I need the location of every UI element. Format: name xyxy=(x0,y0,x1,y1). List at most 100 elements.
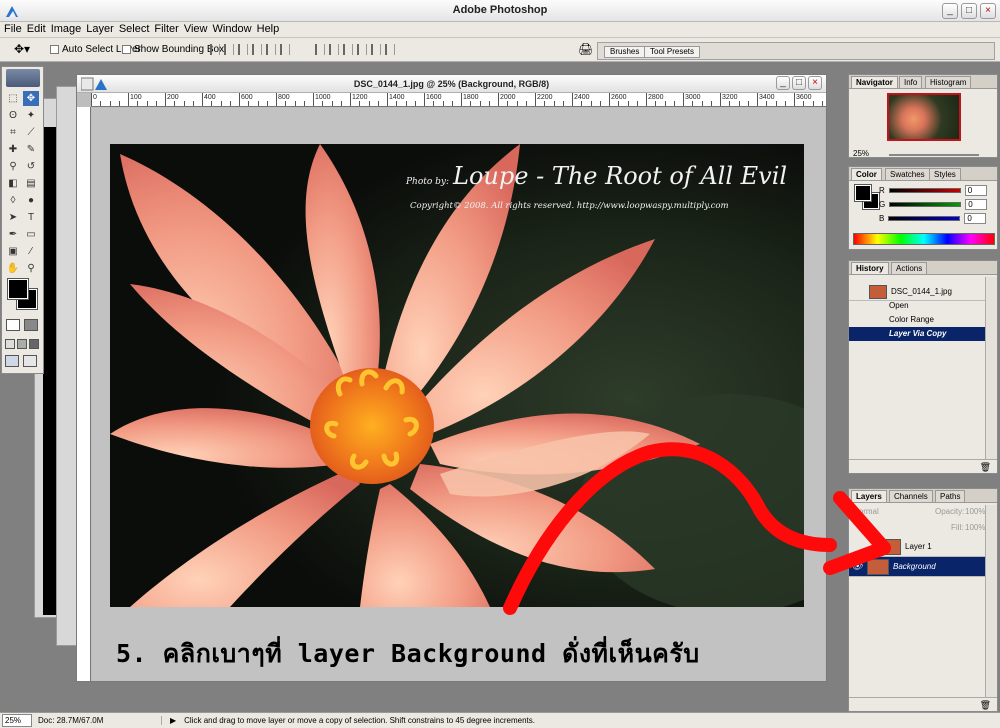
green-slider[interactable] xyxy=(889,202,962,207)
path-selection-tool-icon[interactable]: ➤ xyxy=(5,210,21,225)
distribute-top-icon[interactable] xyxy=(315,44,325,55)
align-bottom-icon[interactable] xyxy=(238,44,248,55)
slice-tool-icon[interactable]: ⟋ xyxy=(23,125,39,140)
tab-actions[interactable]: Actions xyxy=(891,262,928,274)
align-left-icon[interactable] xyxy=(252,44,262,55)
horizontal-ruler[interactable]: 0 100 200 400 600 800 1000 1200 1400 1600 1800 2000… xyxy=(91,93,826,107)
brush-tool-icon[interactable]: ✎ xyxy=(23,142,39,157)
doc-minimize-button[interactable]: _ xyxy=(776,76,790,90)
clone-stamp-tool-icon[interactable]: ⚲ xyxy=(5,159,21,174)
show-bounding-box-checkbox[interactable]: Show Bounding Box xyxy=(122,44,224,55)
menu-file[interactable]: File xyxy=(4,22,27,37)
screen-mode-icon[interactable] xyxy=(17,339,27,349)
layer-row-selected[interactable]: 👁 Background xyxy=(849,557,985,577)
gradient-tool-icon[interactable]: ▤ xyxy=(23,176,39,191)
color-spectrum-bar[interactable] xyxy=(853,233,995,245)
red-value[interactable]: 0 xyxy=(964,185,987,196)
eye-icon[interactable]: 👁 xyxy=(849,561,865,572)
tab-layers[interactable]: Layers xyxy=(851,490,887,502)
pen-tool-icon[interactable]: ✒ xyxy=(5,227,21,242)
hand-tool-icon[interactable]: ✋ xyxy=(5,261,21,276)
notes-tool-icon[interactable]: ▣ xyxy=(5,244,21,259)
layers-scrollbar[interactable] xyxy=(985,505,997,697)
align-top-icon[interactable] xyxy=(210,44,220,55)
close-button[interactable]: × xyxy=(980,3,996,19)
file-browser-icon[interactable]: 🖨 xyxy=(578,42,593,56)
photo-canvas[interactable]: Photo by: Loupe - The Root of All Evil Co… xyxy=(110,144,804,607)
align-center-icon[interactable] xyxy=(266,44,276,55)
vertical-ruler[interactable] xyxy=(77,107,91,681)
tab-brushes[interactable]: Brushes xyxy=(604,46,646,58)
distribute-right-icon[interactable] xyxy=(385,44,395,55)
tab-info[interactable]: Info xyxy=(899,76,923,88)
tab-history[interactable]: History xyxy=(851,262,889,274)
menu-select[interactable]: Select xyxy=(119,22,155,37)
status-zoom-field[interactable]: 25% xyxy=(2,714,32,727)
minimize-button[interactable]: _ xyxy=(942,3,958,19)
tab-paths[interactable]: Paths xyxy=(935,490,966,502)
layer-row[interactable]: Layer 1 xyxy=(849,537,985,557)
menu-view[interactable]: View xyxy=(184,22,213,37)
menu-layer[interactable]: Layer xyxy=(86,22,119,37)
distribute-center-icon[interactable] xyxy=(371,44,381,55)
dodge-tool-icon[interactable]: ● xyxy=(23,193,39,208)
history-step-selected[interactable]: Layer Via Copy xyxy=(849,327,985,341)
distribute-left-icon[interactable] xyxy=(357,44,367,55)
trash-icon[interactable]: 🗑 xyxy=(980,700,991,711)
blue-slider[interactable] xyxy=(888,216,961,221)
document-titlebar[interactable]: DSC_0144_1.jpg @ 25% (Background, RGB/8)… xyxy=(77,75,826,93)
healing-brush-tool-icon[interactable]: ✚ xyxy=(5,142,21,157)
eyedropper-tool-icon[interactable]: ⁄ xyxy=(23,244,39,259)
tab-swatches[interactable]: Swatches xyxy=(885,168,930,180)
move-tool-icon[interactable]: ✥▾ xyxy=(14,42,30,56)
history-brush-tool-icon[interactable]: ↺ xyxy=(23,159,39,174)
standard-mode-icon[interactable] xyxy=(6,319,20,331)
jump-to-imageready-icon[interactable] xyxy=(5,355,19,367)
fill-value[interactable]: 100% xyxy=(965,523,985,532)
color-foreground-swatch[interactable] xyxy=(854,184,872,202)
foreground-color-swatch[interactable] xyxy=(7,278,29,300)
menu-image[interactable]: Image xyxy=(51,22,87,37)
tab-color[interactable]: Color xyxy=(851,168,882,180)
quick-mask-icon[interactable] xyxy=(24,319,38,331)
doc-maximize-button[interactable]: □ xyxy=(792,76,806,90)
edit-icon[interactable] xyxy=(23,355,37,367)
navigator-zoom-value[interactable]: 25% xyxy=(853,149,869,158)
status-doc-size[interactable]: Doc: 28.7M/67.0M xyxy=(32,716,162,725)
blend-mode-select[interactable]: Normal xyxy=(853,507,879,516)
screen-mode-icon[interactable] xyxy=(5,339,15,349)
tab-tool-presets[interactable]: Tool Presets xyxy=(644,46,701,58)
blue-value[interactable]: 0 xyxy=(964,213,987,224)
align-right-icon[interactable] xyxy=(280,44,290,55)
magic-wand-tool-icon[interactable]: ✦ xyxy=(23,108,39,123)
navigator-zoom-slider[interactable] xyxy=(889,154,979,156)
checkbox-box[interactable] xyxy=(50,45,59,54)
maximize-button[interactable]: □ xyxy=(961,3,977,19)
navigator-thumbnail[interactable] xyxy=(887,93,961,141)
lasso-tool-icon[interactable]: ʘ xyxy=(5,108,21,123)
move-tool-icon[interactable]: ✥ xyxy=(23,91,39,106)
tab-styles[interactable]: Styles xyxy=(929,168,961,180)
zoom-tool-icon[interactable]: ⚲ xyxy=(23,261,39,276)
green-value[interactable]: 0 xyxy=(965,199,988,210)
menu-filter[interactable]: Filter xyxy=(154,22,183,37)
play-icon[interactable]: ▶ xyxy=(162,716,176,725)
text-tool-icon[interactable]: T xyxy=(23,210,39,225)
crop-tool-icon[interactable]: ⌗ xyxy=(5,125,21,140)
tab-histogram[interactable]: Histogram xyxy=(925,76,972,88)
eraser-tool-icon[interactable]: ◧ xyxy=(5,176,21,191)
menu-edit[interactable]: Edit xyxy=(27,22,51,37)
opacity-value[interactable]: 100% xyxy=(965,507,985,516)
history-step[interactable]: Color Range xyxy=(849,313,985,327)
trash-icon[interactable]: 🗑 xyxy=(980,462,991,473)
align-middle-icon[interactable] xyxy=(224,44,234,55)
doc-close-button[interactable]: × xyxy=(808,76,822,90)
distribute-bottom-icon[interactable] xyxy=(343,44,353,55)
tab-channels[interactable]: Channels xyxy=(889,490,933,502)
blur-tool-icon[interactable]: ◊ xyxy=(5,193,21,208)
history-step[interactable]: Open xyxy=(849,299,985,313)
checkbox-box[interactable] xyxy=(122,45,131,54)
red-slider[interactable] xyxy=(888,188,961,193)
shape-tool-icon[interactable]: ▭ xyxy=(23,227,39,242)
menu-help[interactable]: Help xyxy=(257,22,285,37)
